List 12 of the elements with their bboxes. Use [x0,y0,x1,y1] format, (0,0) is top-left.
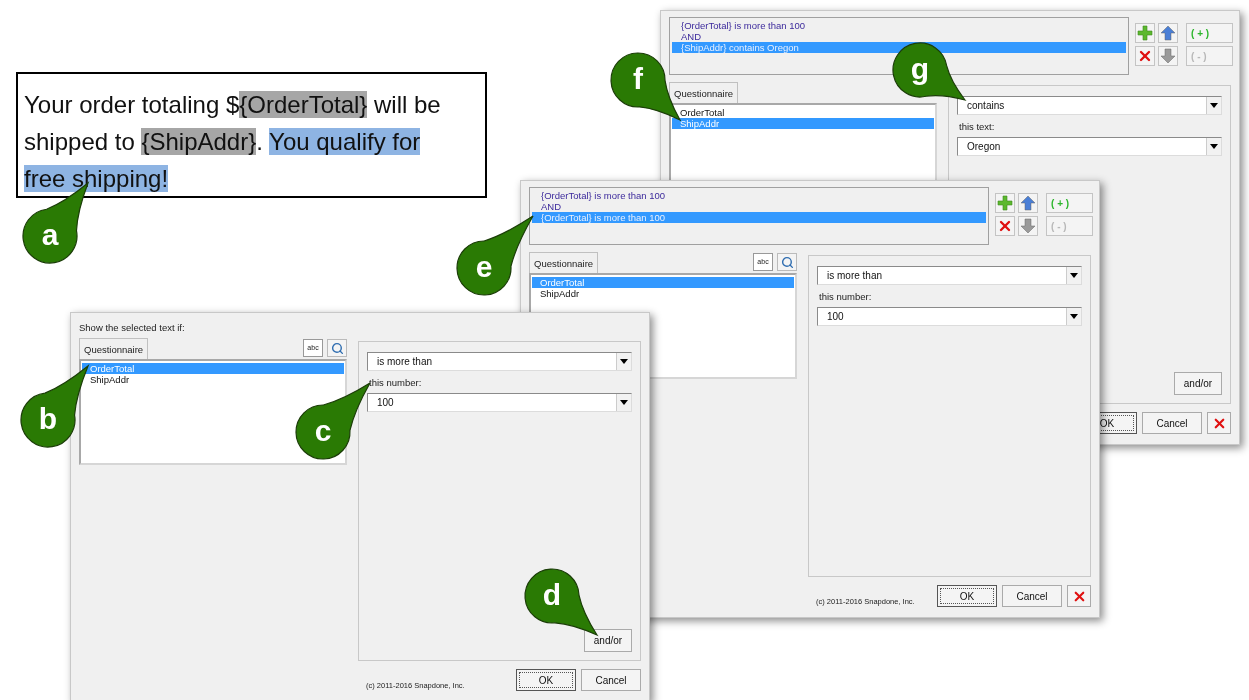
callout-letter: e [474,250,494,284]
callout-letter: g [909,52,931,86]
callout-letter: a [40,218,60,252]
callout-letter: d [541,578,563,612]
document-paragraph: Your order totaling ${OrderTotal} will be shipped to {ShipAddr}. You qualify for free shipping! [24,90,442,194]
value-label: this text: [959,120,996,134]
prompt-text: Show the selected text if: [79,321,186,333]
value-label: this number: [369,376,423,390]
callout-letter: f [632,62,644,96]
value-label: this number: [819,290,873,304]
callout-letter: b [37,402,59,436]
callout-letter: c [313,414,333,448]
